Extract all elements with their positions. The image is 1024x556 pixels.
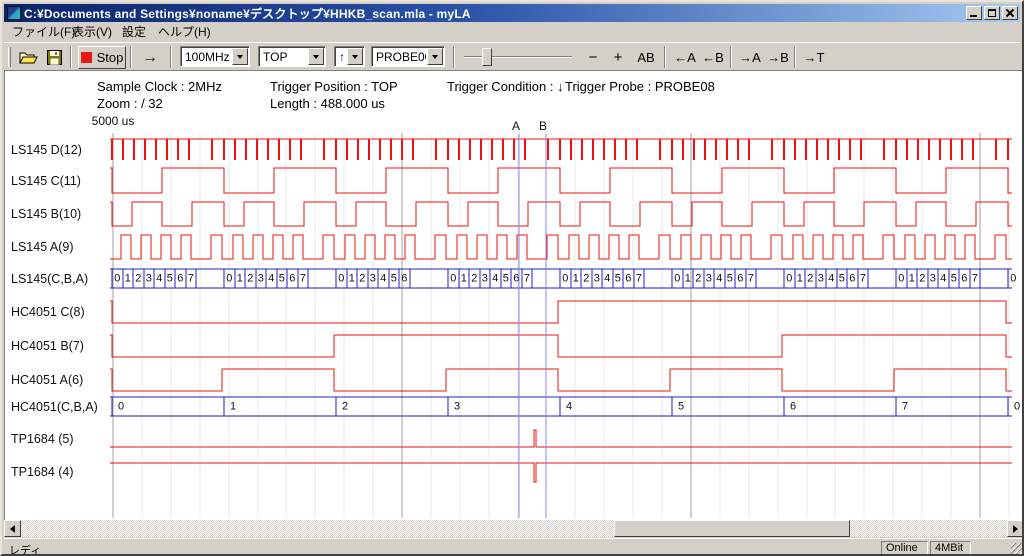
slider-thumb[interactable] [482,48,492,66]
slider-track[interactable] [464,56,572,58]
ab-button[interactable]: AB [632,46,660,69]
menu-view[interactable]: 表示(V) [68,24,116,40]
open-file-button[interactable] [16,46,40,69]
arrow-right-icon [1013,525,1018,533]
info-zoom: Zoom : / 32 [97,96,163,111]
toolbar-grip[interactable] [8,47,11,67]
scroll-left-button[interactable] [4,520,21,537]
status-memory: 4MBit [930,541,971,555]
stop-icon [81,52,92,63]
set-cursor-b-button[interactable]: →B [765,46,791,69]
stop-button[interactable]: Stop [78,46,126,69]
arrow-left-icon [10,525,15,533]
sample-clock-combo[interactable]: 100MHz [180,46,250,67]
trigger-edge-combo[interactable]: ↑ [334,46,365,67]
info-trigger-probe: Trigger Probe : PROBE08 [565,79,715,94]
resize-grip[interactable] [1011,543,1024,556]
open-folder-icon [19,50,38,65]
window-title: C:¥Documents and Settings¥noname¥デスクトップ¥… [24,5,966,22]
title-bar[interactable]: C:¥Documents and Settings¥noname¥デスクトップ¥… [4,4,1020,22]
info-sample-clock: Sample Clock : 2MHz [97,79,222,94]
menu-help[interactable]: ヘルプ(H) [154,24,215,40]
menu-bar: ファイル(F) 表示(V) 設定 ヘルプ(H) [4,22,1020,42]
sample-clock-value: 100MHz [181,50,231,64]
waveform-panel[interactable] [4,70,1024,520]
close-button[interactable] [1002,6,1018,20]
dropdown-button[interactable] [232,48,248,65]
chevron-down-icon [237,55,243,59]
menu-settings[interactable]: 設定 [118,24,150,40]
toolbar-separator [70,46,72,68]
status-bar: レディ Online 4MBit [4,538,1024,556]
save-button[interactable] [42,46,66,69]
info-trigger-position: Trigger Position : TOP [270,79,398,94]
toolbar-separator [453,46,455,68]
toolbar-separator [794,46,796,68]
set-cursor-a-button[interactable]: →A [737,46,763,69]
trigger-position-value: TOP [259,50,307,64]
app-window: C:¥Documents and Settings¥noname¥デスクトップ¥… [0,0,1024,556]
toolbar: Stop → 100MHz TOP ↑ PROBE00 − + AB ←A [4,42,1020,70]
save-disk-icon [47,50,62,65]
goto-cursor-a-button[interactable]: ←A [672,46,698,69]
trigger-position-combo[interactable]: TOP [258,46,326,67]
zoom-out-button[interactable]: − [582,46,604,69]
status-online: Online [881,541,928,555]
minimize-button[interactable] [966,6,982,20]
dropdown-button[interactable] [427,48,443,65]
toolbar-separator [730,46,732,68]
chevron-down-icon [313,55,319,59]
scrollbar-thumb[interactable] [614,520,850,537]
dropdown-button[interactable] [347,48,363,65]
info-trigger-condition: Trigger Condition : ↓ [447,79,564,94]
stop-label: Stop [97,50,124,65]
minimize-icon [970,15,977,17]
run-button[interactable]: → [134,46,166,69]
trigger-probe-value: PROBE00 [372,50,426,64]
scroll-right-button[interactable] [1007,520,1024,537]
toolbar-separator [664,46,666,68]
goto-cursor-b-button[interactable]: ←B [700,46,726,69]
chevron-down-icon [352,55,358,59]
horizontal-scrollbar[interactable] [4,520,1024,537]
goto-trigger-button[interactable]: →T [801,46,827,69]
zoom-in-button[interactable]: + [607,46,629,69]
toolbar-separator [130,46,132,68]
toolbar-separator [170,46,172,68]
trigger-edge-value: ↑ [335,50,346,64]
trigger-probe-combo[interactable]: PROBE00 [371,46,445,67]
app-icon [7,6,21,20]
maximize-icon [988,9,996,17]
dropdown-button[interactable] [308,48,324,65]
info-length: Length : 488.000 us [270,96,385,111]
status-ready: レディ [9,542,41,556]
maximize-button[interactable] [984,6,1000,20]
zoom-slider[interactable] [464,46,572,68]
chevron-down-icon [432,55,438,59]
